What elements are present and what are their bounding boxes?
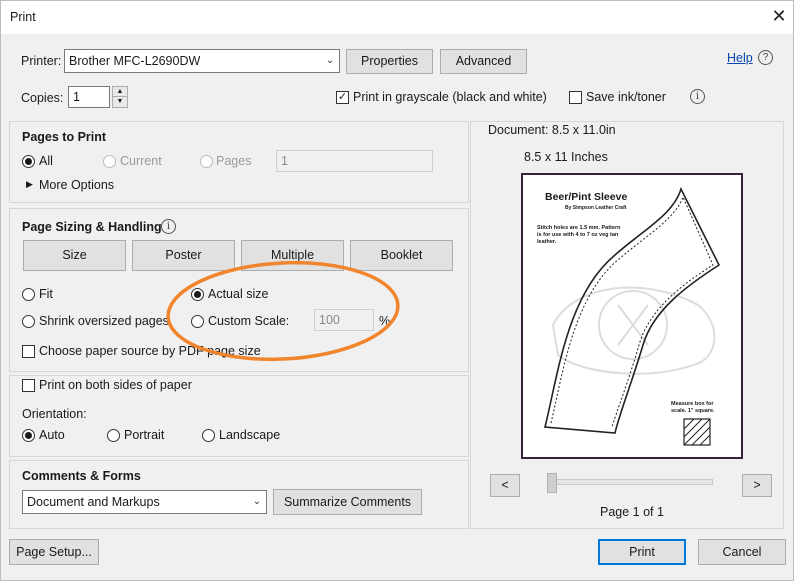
- previous-page-button[interactable]: <: [490, 474, 520, 497]
- cancel-button[interactable]: Cancel: [698, 539, 786, 565]
- slider-thumb[interactable]: [547, 473, 557, 493]
- comments-select[interactable]: Document and Markups ⌄: [22, 490, 267, 514]
- close-icon[interactable]: ✕: [769, 6, 789, 26]
- help-link[interactable]: Help: [727, 51, 753, 65]
- grayscale-checkbox[interactable]: ✓: [336, 91, 349, 104]
- chevron-down-icon: ⌄: [252, 496, 262, 507]
- measure-note: Measure box for scale. 1" square.: [671, 401, 715, 414]
- help-icon[interactable]: ?: [758, 50, 773, 65]
- radio-current[interactable]: [103, 155, 116, 168]
- copies-value: 1: [73, 90, 80, 104]
- portrait-label: Portrait: [124, 428, 165, 442]
- radio-pages[interactable]: [200, 155, 213, 168]
- radio-all[interactable]: [22, 155, 35, 168]
- pages-to-print-header: Pages to Print: [22, 130, 107, 144]
- copies-stepper[interactable]: ▲ ▼: [112, 86, 128, 108]
- stepper-up-icon[interactable]: ▲: [113, 87, 127, 97]
- advanced-button[interactable]: Advanced: [440, 49, 527, 74]
- properties-button[interactable]: Properties: [346, 49, 433, 74]
- printer-label: Printer:: [21, 54, 62, 68]
- document-size-label: Document: 8.5 x 11.0in: [488, 123, 616, 137]
- info-icon[interactable]: i: [161, 219, 176, 234]
- fit-label: Fit: [39, 287, 53, 301]
- pattern-subtitle: By Simpson Leather Craft: [565, 205, 627, 211]
- save-ink-checkbox[interactable]: [569, 91, 582, 104]
- radio-portrait[interactable]: [107, 429, 120, 442]
- radio-landscape[interactable]: [202, 429, 215, 442]
- title-bar: Print ✕: [1, 1, 793, 34]
- shrink-label: Shrink oversized pages: [39, 314, 169, 328]
- copies-input[interactable]: 1: [68, 86, 110, 108]
- auto-label: Auto: [39, 428, 65, 442]
- window-title: Print: [10, 10, 36, 24]
- comments-header: Comments & Forms: [22, 469, 141, 483]
- pages-range-value: 1: [281, 154, 288, 168]
- pages-range-input[interactable]: 1: [276, 150, 433, 172]
- annotation-ellipse: [166, 260, 400, 362]
- stepper-down-icon[interactable]: ▼: [113, 97, 127, 107]
- info-icon[interactable]: i: [690, 89, 705, 104]
- save-ink-label: Save ink/toner: [586, 90, 666, 104]
- orientation-label: Orientation:: [22, 407, 87, 421]
- print-button[interactable]: Print: [598, 539, 686, 565]
- tab-size[interactable]: Size: [23, 240, 126, 271]
- grayscale-label: Print in grayscale (black and white): [353, 90, 547, 104]
- chevron-down-icon: ⌄: [325, 55, 335, 66]
- copies-label: Copies:: [21, 91, 64, 105]
- page-setup-button[interactable]: Page Setup...: [9, 539, 99, 565]
- landscape-label: Landscape: [219, 428, 281, 442]
- page-preview: Beer/Pint Sleeve By Simpson Leather Craf…: [521, 173, 743, 459]
- printer-value: Brother MFC-L2690DW: [69, 54, 201, 68]
- summarize-comments-button[interactable]: Summarize Comments: [273, 489, 422, 515]
- pages-label: Pages: [216, 154, 252, 168]
- paper-source-checkbox[interactable]: [22, 345, 35, 358]
- page-size-label: 8.5 x 11 Inches: [524, 150, 608, 164]
- both-sides-label: Print on both sides of paper: [39, 378, 192, 392]
- radio-shrink[interactable]: [22, 315, 35, 328]
- radio-auto[interactable]: [22, 429, 35, 442]
- both-sides-checkbox[interactable]: [22, 379, 35, 392]
- pattern-title: Beer/Pint Sleeve: [545, 191, 628, 203]
- page-counter: Page 1 of 1: [600, 505, 664, 519]
- current-label: Current: [120, 154, 162, 168]
- all-label: All: [39, 154, 53, 168]
- page-slider[interactable]: [549, 479, 713, 485]
- expand-arrow-icon[interactable]: ▶: [26, 179, 33, 190]
- print-dialog: Print ✕ Printer: Brother MFC-L2690DW ⌄ P…: [0, 0, 794, 581]
- more-options-link[interactable]: More Options: [39, 178, 114, 192]
- pattern-note: Stitch holes are 1.5 mm. Pattern is for …: [537, 225, 621, 245]
- printer-select[interactable]: Brother MFC-L2690DW ⌄: [64, 49, 340, 73]
- next-page-button[interactable]: >: [742, 474, 772, 497]
- radio-fit[interactable]: [22, 288, 35, 301]
- comments-value: Document and Markups: [27, 495, 160, 509]
- page-sizing-header: Page Sizing & Handling: [22, 220, 162, 234]
